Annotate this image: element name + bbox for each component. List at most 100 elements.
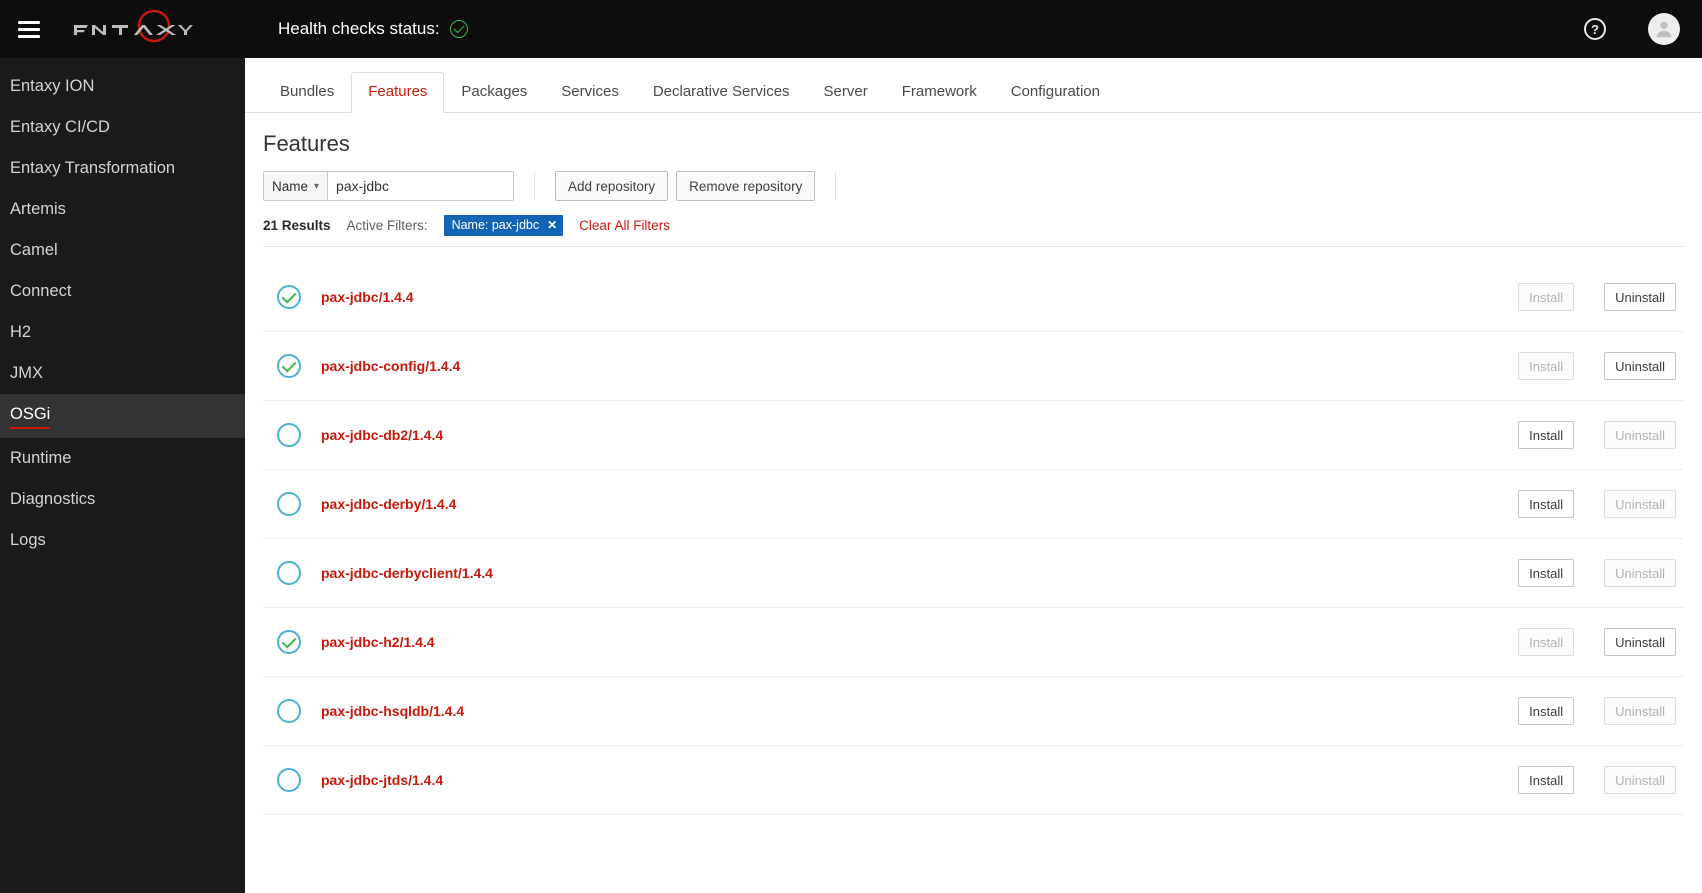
uninstall-button: Uninstall: [1604, 559, 1676, 587]
install-button[interactable]: Install: [1518, 421, 1574, 449]
filter-value-input[interactable]: [328, 171, 514, 201]
page-title: Features: [263, 131, 1684, 157]
divider: [534, 172, 535, 200]
filter-attribute-select[interactable]: Name ▾: [263, 171, 328, 201]
remove-repository-button[interactable]: Remove repository: [676, 171, 815, 201]
feature-name-link[interactable]: pax-jdbc-derbyclient/1.4.4: [321, 565, 493, 581]
sidebar-item-osgi[interactable]: OSGi: [0, 394, 245, 438]
feature-name-link[interactable]: pax-jdbc/1.4.4: [321, 289, 414, 305]
hamburger-menu-button[interactable]: [12, 15, 46, 44]
installed-status-icon: [277, 354, 301, 378]
feature-name-link[interactable]: pax-jdbc-jtds/1.4.4: [321, 772, 443, 788]
divider: [835, 172, 836, 200]
filter-attribute-label: Name: [272, 179, 308, 194]
not-installed-status-icon: [277, 492, 301, 516]
uninstall-button[interactable]: Uninstall: [1604, 352, 1676, 380]
logo: [70, 10, 220, 48]
uninstall-button: Uninstall: [1604, 766, 1676, 794]
not-installed-status-icon: [277, 768, 301, 792]
sidebar-item-label: OSGi: [10, 405, 50, 429]
not-installed-status-icon: [277, 423, 301, 447]
sidebar-item-entaxy-ion[interactable]: Entaxy ION: [0, 66, 245, 107]
feature-row: pax-jdbc-config/1.4.4 Install Uninstall: [263, 332, 1684, 401]
feature-row: pax-jdbc/1.4.4 Install Uninstall: [263, 263, 1684, 332]
health-status-label: Health checks status:: [278, 19, 440, 39]
uninstall-button[interactable]: Uninstall: [1604, 283, 1676, 311]
feature-row: pax-jdbc-hsqldb/1.4.4 Install Uninstall: [263, 677, 1684, 746]
sidebar-item-label: Camel: [10, 241, 58, 259]
tab-bundles[interactable]: Bundles: [263, 72, 351, 113]
install-button[interactable]: Install: [1518, 766, 1574, 794]
sidebar-item-label: Diagnostics: [10, 490, 95, 508]
feature-list: pax-jdbc/1.4.4InstallUninstallpax-jdbc-c…: [263, 263, 1684, 815]
tab-framework[interactable]: Framework: [885, 72, 994, 113]
sidebar-item-logs[interactable]: Logs: [0, 520, 245, 561]
sidebar-item-label: Logs: [10, 531, 46, 549]
tab-configuration[interactable]: Configuration: [994, 72, 1117, 113]
sidebar-item-camel[interactable]: Camel: [0, 230, 245, 271]
tab-server[interactable]: Server: [807, 72, 885, 113]
filter-chip: Name: pax-jdbc ✕: [444, 215, 564, 236]
feature-name-link[interactable]: pax-jdbc-hsqldb/1.4.4: [321, 703, 464, 719]
top-bar: Health checks status: ?: [0, 0, 1702, 58]
install-button[interactable]: Install: [1518, 490, 1574, 518]
filter-chip-label: Name: pax-jdbc: [452, 218, 540, 232]
help-icon[interactable]: ?: [1584, 18, 1606, 40]
clear-filters-link[interactable]: Clear All Filters: [579, 218, 670, 233]
sidebar-item-connect[interactable]: Connect: [0, 271, 245, 312]
feature-row: pax-jdbc-derby/1.4.4 Install Uninstall: [263, 470, 1684, 539]
feature-row: pax-jdbc-h2/1.4.4 Install Uninstall: [263, 608, 1684, 677]
sidebar-item-entaxy-transformation[interactable]: Entaxy Transformation: [0, 148, 245, 189]
installed-status-icon: [277, 630, 301, 654]
install-button: Install: [1518, 283, 1574, 311]
sidebar-item-diagnostics[interactable]: Diagnostics: [0, 479, 245, 520]
sidebar-item-label: Connect: [10, 282, 71, 300]
sidebar-item-h2[interactable]: H2: [0, 312, 245, 353]
chevron-down-icon: ▾: [314, 181, 319, 192]
feature-row: pax-jdbc-jtds/1.4.4 Install Uninstall: [263, 746, 1684, 815]
tab-packages[interactable]: Packages: [444, 72, 544, 113]
install-button[interactable]: Install: [1518, 559, 1574, 587]
uninstall-button[interactable]: Uninstall: [1604, 628, 1676, 656]
sidebar-item-runtime[interactable]: Runtime: [0, 438, 245, 479]
check-circle-icon: [450, 20, 468, 38]
logo-icon: [70, 10, 220, 48]
install-button: Install: [1518, 628, 1574, 656]
install-button: Install: [1518, 352, 1574, 380]
feature-row: pax-jdbc-derbyclient/1.4.4 Install Uninsta…: [263, 539, 1684, 608]
sidebar-item-label: Entaxy ION: [10, 77, 94, 95]
sidebar-item-label: Entaxy Transformation: [10, 159, 175, 177]
user-avatar[interactable]: [1648, 13, 1680, 45]
main: Entaxy ION Entaxy CI/CD Entaxy Transformat…: [0, 58, 1702, 893]
tab-services[interactable]: Services: [544, 72, 636, 113]
sidebar-item-label: Artemis: [10, 200, 66, 218]
filter-row: Name ▾ Add repository Remove repository: [263, 171, 1684, 201]
tab-declarative-services[interactable]: Declarative Services: [636, 72, 807, 113]
tabs: BundlesFeaturesPackagesServicesDeclarati…: [245, 72, 1702, 113]
sidebar-item-label: JMX: [10, 364, 43, 382]
uninstall-button: Uninstall: [1604, 421, 1676, 449]
installed-status-icon: [277, 285, 301, 309]
feature-name-link[interactable]: pax-jdbc-config/1.4.4: [321, 358, 460, 374]
page-body: Features Name ▾ Add repository Remove re…: [245, 113, 1702, 815]
sidebar-item-jmx[interactable]: JMX: [0, 353, 245, 394]
not-installed-status-icon: [277, 561, 301, 585]
install-button[interactable]: Install: [1518, 697, 1574, 725]
add-repository-button[interactable]: Add repository: [555, 171, 668, 201]
sidebar-item-label: Entaxy CI/CD: [10, 118, 110, 136]
feature-name-link[interactable]: pax-jdbc-db2/1.4.4: [321, 427, 443, 443]
user-icon: [1653, 18, 1675, 40]
filter-chip-remove-icon[interactable]: ✕: [547, 218, 557, 232]
sidebar-item-artemis[interactable]: Artemis: [0, 189, 245, 230]
sidebar-item-entaxy-ci-cd[interactable]: Entaxy CI/CD: [0, 107, 245, 148]
sidebar-item-label: Runtime: [10, 449, 71, 467]
tab-features[interactable]: Features: [351, 72, 444, 113]
feature-name-link[interactable]: pax-jdbc-h2/1.4.4: [321, 634, 435, 650]
sidebar-item-label: H2: [10, 323, 31, 341]
uninstall-button: Uninstall: [1604, 490, 1676, 518]
uninstall-button: Uninstall: [1604, 697, 1676, 725]
feature-name-link[interactable]: pax-jdbc-derby/1.4.4: [321, 496, 456, 512]
active-filters-label: Active Filters:: [347, 218, 428, 233]
sidebar: Entaxy ION Entaxy CI/CD Entaxy Transformat…: [0, 58, 245, 893]
results-summary: 21 Results Active Filters: Name: pax-jdb…: [263, 211, 1684, 247]
